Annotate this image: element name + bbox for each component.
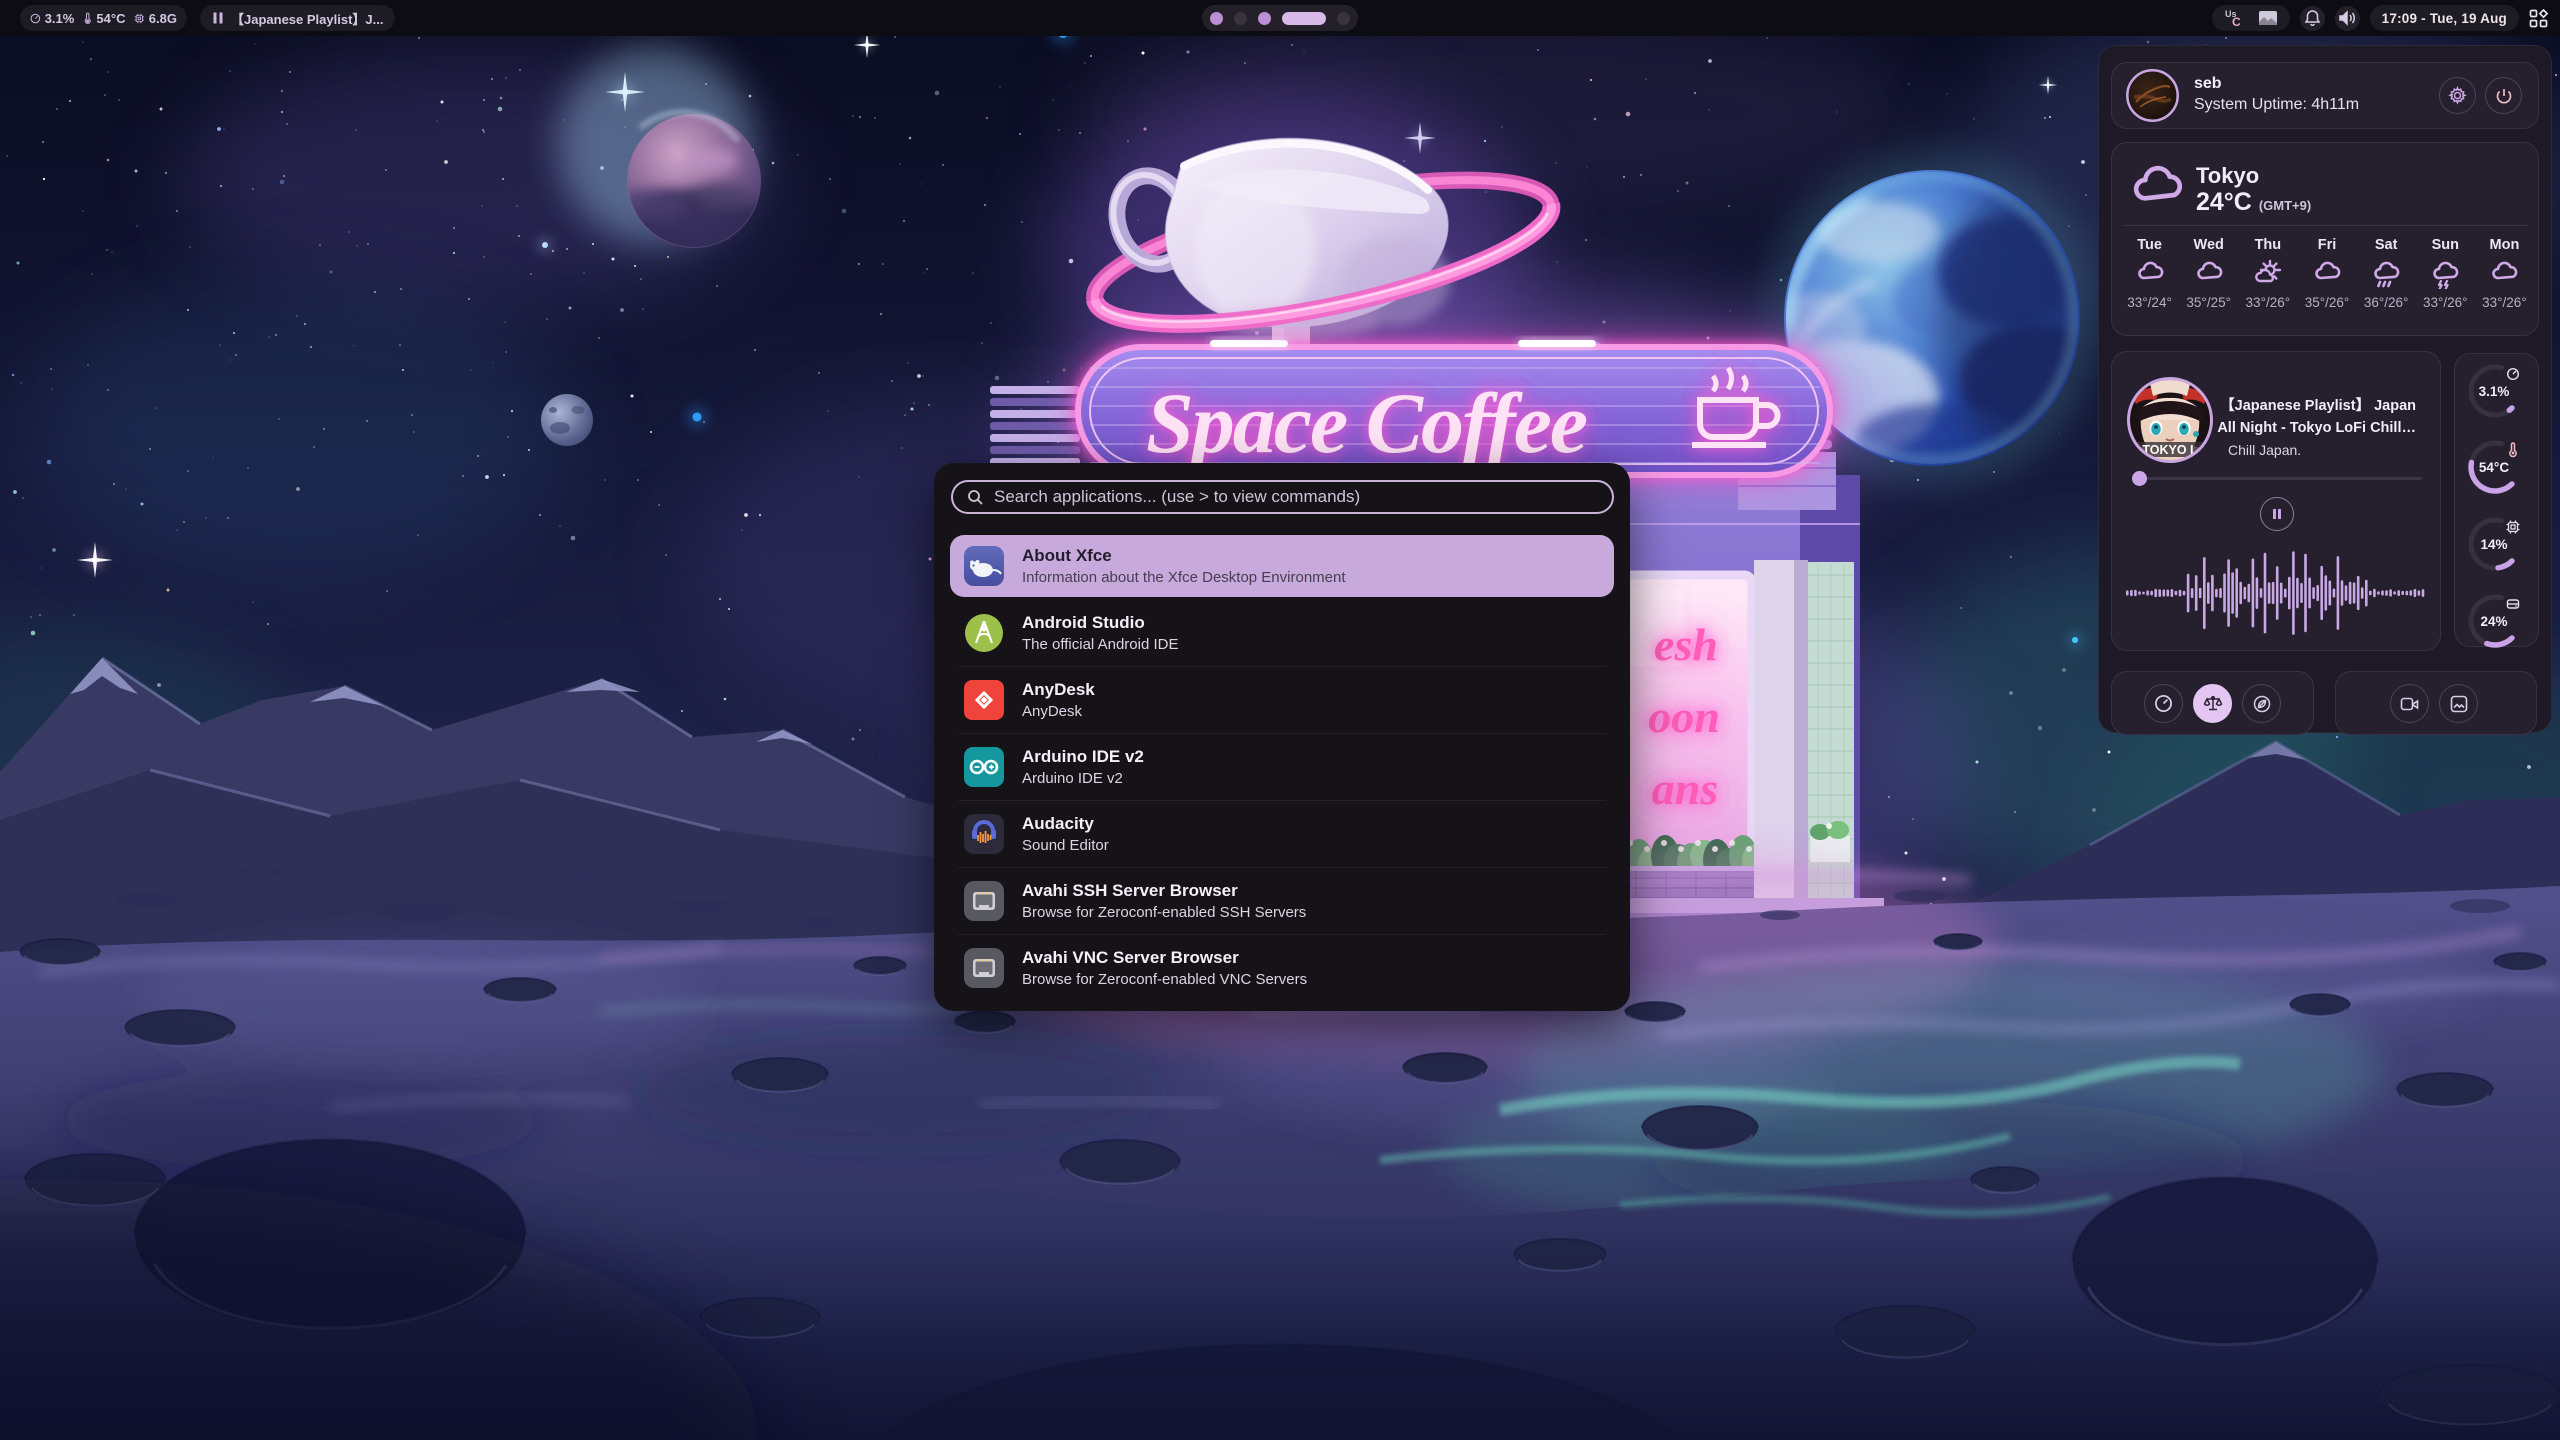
svg-text:54°C: 54°C: [2479, 460, 2509, 475]
svg-text:Space Coffee: Space Coffee: [1146, 375, 1587, 471]
svg-text:24%: 24%: [2480, 614, 2507, 629]
svg-text:esh: esh: [1654, 619, 1718, 670]
svg-text:C: C: [2232, 15, 2241, 28]
svg-text:oon: oon: [1648, 691, 1720, 742]
svg-text:ans: ans: [1652, 763, 1718, 814]
svg-text:14%: 14%: [2480, 537, 2507, 552]
svg-text:3.1%: 3.1%: [2479, 384, 2510, 399]
